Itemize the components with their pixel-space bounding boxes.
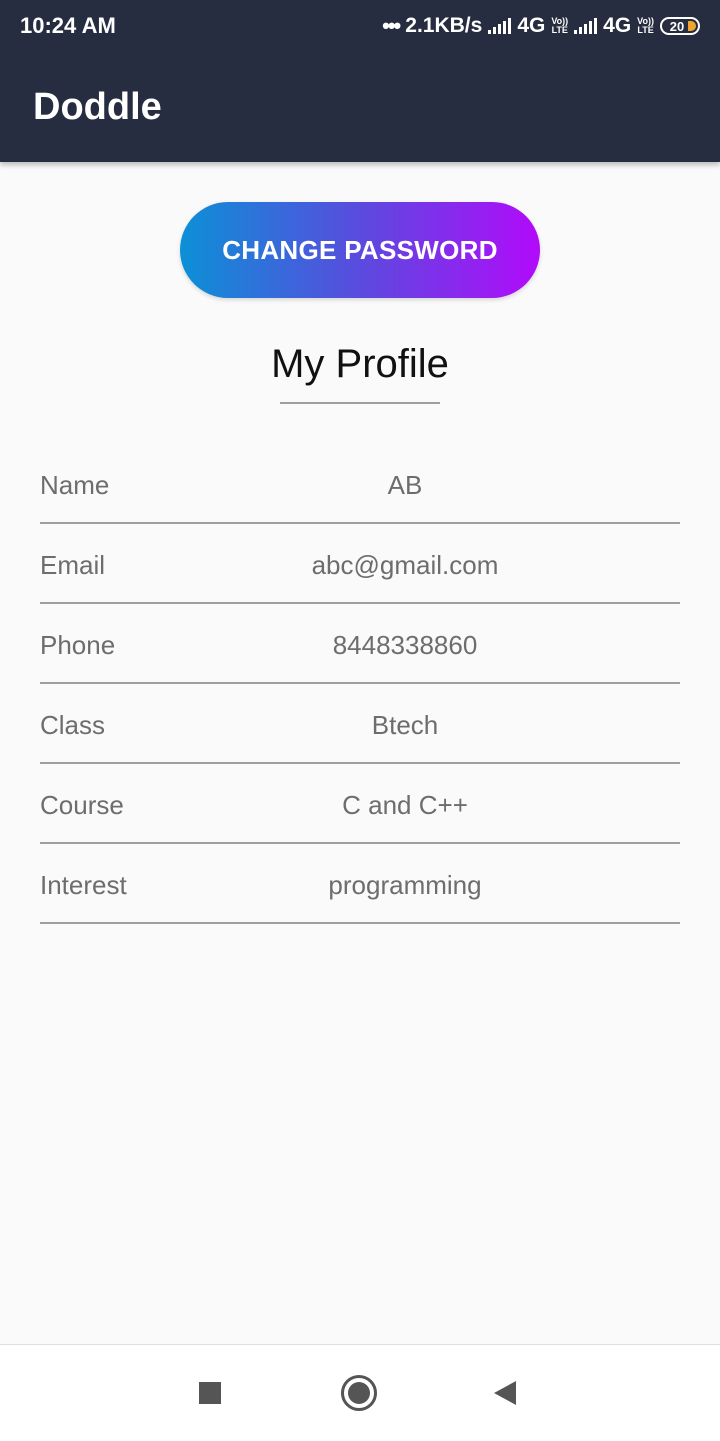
profile-fields: Name AB Email abc@gmail.com Phone 844833…: [40, 444, 680, 924]
field-row-class: Class Btech: [40, 684, 680, 764]
field-label: Interest: [40, 870, 127, 900]
battery-level: 20: [669, 18, 685, 34]
field-label: Phone: [40, 630, 116, 660]
field-label: Email: [40, 550, 106, 580]
status-bar: 10:24 AM ••• 2.1KB/s 4G Vo)) LTE 4G Vo))…: [0, 0, 720, 52]
volte-bottom: LTE: [637, 25, 654, 35]
app-title: Doddle: [33, 86, 162, 128]
field-row-course: Course C and C++: [40, 764, 680, 844]
network-speed: 2.1KB/s: [405, 14, 483, 37]
field-row-email: Email abc@gmail.com: [40, 524, 680, 604]
app-bar: Doddle: [0, 52, 720, 162]
field-value: 8448338860: [332, 630, 478, 660]
field-value: AB: [387, 470, 423, 500]
recents-square-icon[interactable]: [199, 1382, 221, 1404]
field-row-phone: Phone 8448338860: [40, 604, 680, 684]
page-title: My Profile: [271, 342, 449, 386]
volte-icon: Vo)) LTE: [551, 17, 568, 35]
field-value: Btech: [371, 710, 439, 740]
system-nav-bar: [0, 1344, 720, 1441]
home-circle-icon[interactable]: [341, 1375, 377, 1411]
field-label: Class: [40, 710, 106, 740]
network-type-2: 4G: [603, 14, 632, 37]
field-value: abc@gmail.com: [311, 550, 499, 580]
network-type-1: 4G: [517, 14, 546, 37]
notification-dots-icon: •••: [382, 13, 401, 38]
status-indicators: ••• 2.1KB/s 4G Vo)) LTE 4G Vo)) LTE 20: [382, 12, 700, 40]
signal-strength-icon: [574, 18, 598, 34]
signal-strength-icon: [488, 18, 512, 34]
battery-icon: 20: [660, 17, 700, 35]
back-triangle-icon[interactable]: [494, 1381, 516, 1405]
status-time: 10:24 AM: [20, 13, 116, 38]
field-value: C and C++: [342, 790, 468, 820]
volte-icon: Vo)) LTE: [637, 17, 654, 35]
battery-fill: [688, 21, 696, 31]
home-circle-inner: [348, 1382, 370, 1404]
field-row-name: Name AB: [40, 444, 680, 524]
field-row-interest: Interest programming: [40, 844, 680, 924]
title-underline: [280, 402, 440, 404]
field-label: Course: [40, 790, 124, 820]
field-value: programming: [328, 870, 482, 900]
change-password-button[interactable]: CHANGE PASSWORD: [180, 202, 540, 298]
field-label: Name: [40, 470, 110, 500]
volte-bottom: LTE: [551, 25, 568, 35]
